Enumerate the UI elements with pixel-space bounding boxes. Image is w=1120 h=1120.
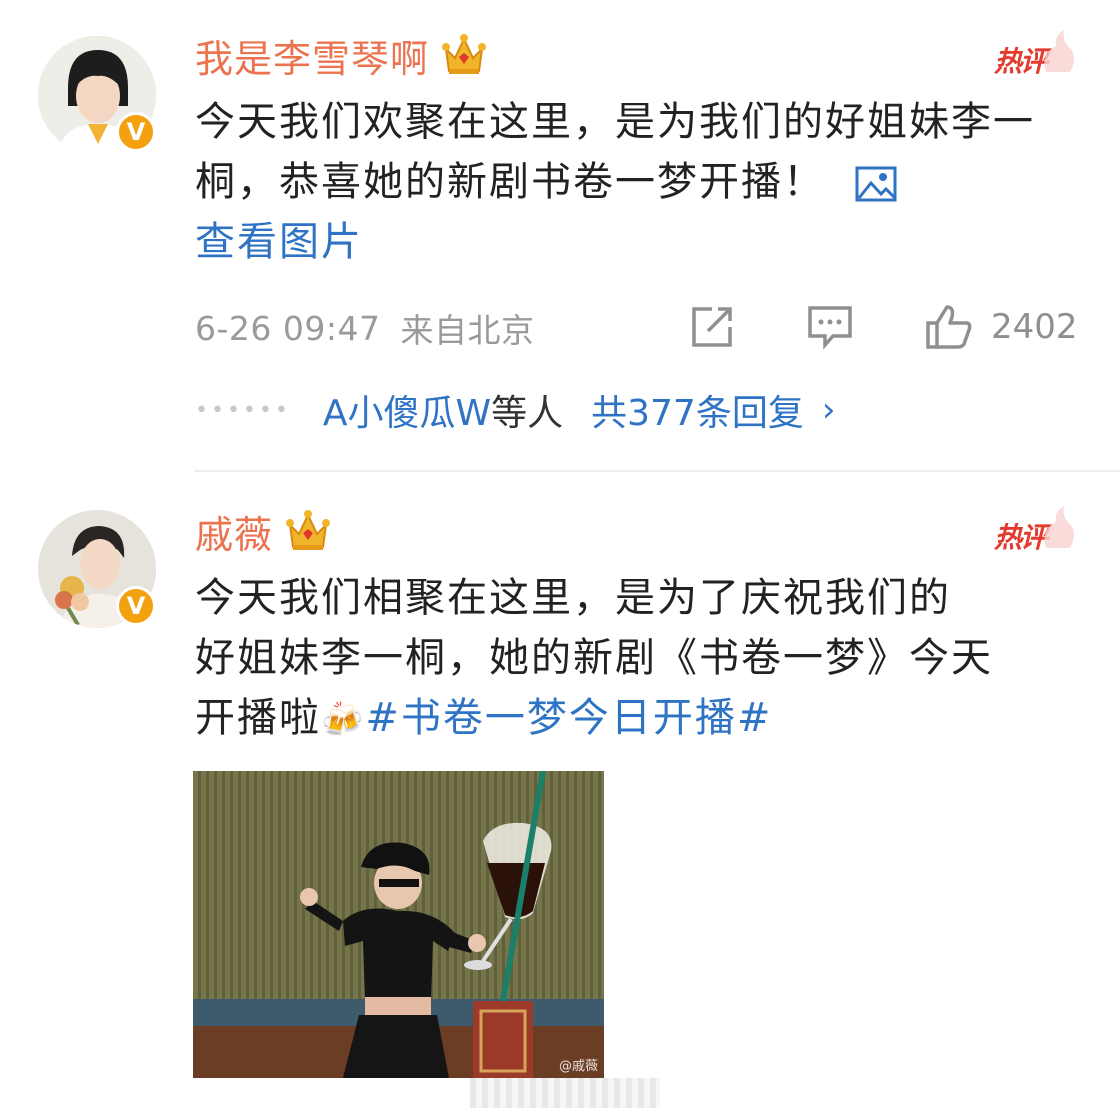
comment-text: 今天我们相聚在这里，是为了庆祝我们的 好姐妹李一桐，她的新剧《书卷一梦》今天 开… (195, 568, 1085, 750)
comment-body-line-1: 今天我们相聚在这里，是为了庆祝我们的 (195, 575, 951, 621)
view-image-link[interactable]: 查看图片 (195, 219, 363, 265)
like-button[interactable]: 2402 (925, 302, 1078, 352)
divider (195, 470, 1120, 472)
photo-watermark: @戚薇 (558, 1059, 598, 1074)
timestamp: 6-26 09:47 (195, 308, 381, 348)
hot-comment-badge: 热评 (994, 28, 1076, 80)
repost-icon (692, 307, 732, 347)
repost-button[interactable] (690, 302, 734, 352)
reply-users[interactable]: A小傻瓜W (323, 384, 491, 436)
comment-body-line-3: 开播啦 (195, 695, 321, 741)
comment-button[interactable] (807, 302, 853, 352)
dotted-leader: •••••• (195, 397, 291, 423)
hot-comment-icon (1044, 30, 1074, 72)
cheers-emoji: 🍻 (321, 700, 366, 740)
like-icon (926, 305, 972, 349)
image-icon[interactable] (855, 166, 897, 202)
hot-comment-icon (1044, 506, 1074, 548)
hashtag-link[interactable]: #书卷一梦今日开播# (365, 695, 772, 741)
reply-others: 等人 (491, 393, 564, 434)
username[interactable]: 我是李雪琴啊 (195, 28, 429, 83)
comment-body: 今天我们欢聚在这里，是为我们的好姐妹李一桐，恭喜她的新剧书卷一梦开播！ (195, 99, 1035, 205)
blurred-overlay (470, 1078, 660, 1108)
chevron-right-icon[interactable]: › (822, 390, 836, 430)
location: 来自北京 (400, 311, 535, 350)
verified-icon: V (116, 112, 156, 152)
attached-photo[interactable]: @戚薇 (193, 771, 604, 1078)
verified-icon: V (116, 586, 156, 626)
comment-text: 今天我们欢聚在这里，是为我们的好姐妹李一桐，恭喜她的新剧书卷一梦开播！ 查看图片 (195, 92, 1085, 272)
crown-icon (442, 34, 487, 74)
replies-summary[interactable]: •••••• A小傻瓜W 等人 共377条回复 › (195, 385, 835, 435)
reply-total[interactable]: 共377条回复 (591, 384, 804, 436)
hot-comment-label: 热评 (994, 45, 1048, 78)
comment-body-line-2: 好姐妹李一桐，她的新剧《书卷一梦》今天 (195, 635, 993, 681)
comment-meta: 6-26 09:47 来自北京 2402 (195, 300, 1085, 356)
username[interactable]: 戚薇 (195, 504, 273, 559)
comment-icon (808, 306, 852, 349)
like-count: 2402 (991, 307, 1078, 347)
crown-icon (286, 510, 331, 550)
hot-comment-badge: 热评 (994, 504, 1076, 556)
hot-comment-label: 热评 (994, 521, 1048, 554)
